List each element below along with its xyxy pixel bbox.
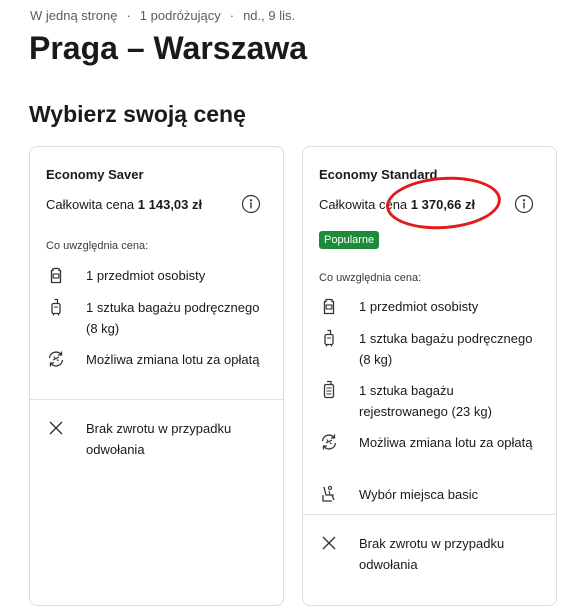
close-icon: [322, 536, 336, 550]
seat-icon: [322, 485, 335, 502]
total-price-row: Całkowita cena 1 143,03 zł: [46, 197, 202, 212]
route-title: Praga – Warszawa: [29, 30, 308, 66]
fare-price: 1 370,66 zł: [410, 197, 476, 212]
personal-item-icon: [50, 267, 62, 284]
info-icon[interactable]: [514, 194, 534, 214]
flight-change-icon: [321, 434, 337, 450]
trip-type: W jedną stronę: [30, 8, 118, 23]
fare-name: Economy Saver: [46, 167, 144, 182]
travelers-count: 1 podróżujący: [139, 8, 221, 23]
flight-change-icon: [48, 351, 64, 367]
divider: [30, 399, 283, 400]
fare-card-economy-saver[interactable]: Economy Saver Całkowita cena 1 143,03 zł…: [29, 146, 284, 606]
travel-date: nd., 9 lis.: [243, 8, 296, 23]
carry-on-bag-icon: [51, 298, 61, 316]
fare-price: 1 143,03 zł: [137, 197, 203, 212]
divider: [303, 514, 556, 515]
fare-card-economy-standard[interactable]: Economy Standard Całkowita cena 1 370,66…: [302, 146, 557, 606]
total-price-row: Całkowita cena 1 370,66 zł: [319, 197, 475, 212]
trip-summary: W jedną stronę · 1 podróżujący · nd., 9 lis.: [30, 8, 296, 23]
includes-label: Co uwzględnia cena:: [319, 272, 422, 284]
includes-label: Co uwzględnia cena:: [46, 240, 149, 252]
fare-name: Economy Standard: [319, 167, 438, 182]
carry-on-bag-icon: [324, 329, 334, 347]
checked-bag-icon: [323, 380, 335, 399]
popular-badge: Popularne: [319, 231, 380, 249]
section-title: Wybierz swoją cenę: [29, 101, 246, 127]
price-label: Całkowita cena: [46, 197, 135, 212]
personal-item-icon: [323, 298, 335, 315]
close-icon: [49, 421, 63, 435]
info-icon[interactable]: [241, 194, 261, 214]
price-label: Całkowita cena: [319, 197, 408, 212]
